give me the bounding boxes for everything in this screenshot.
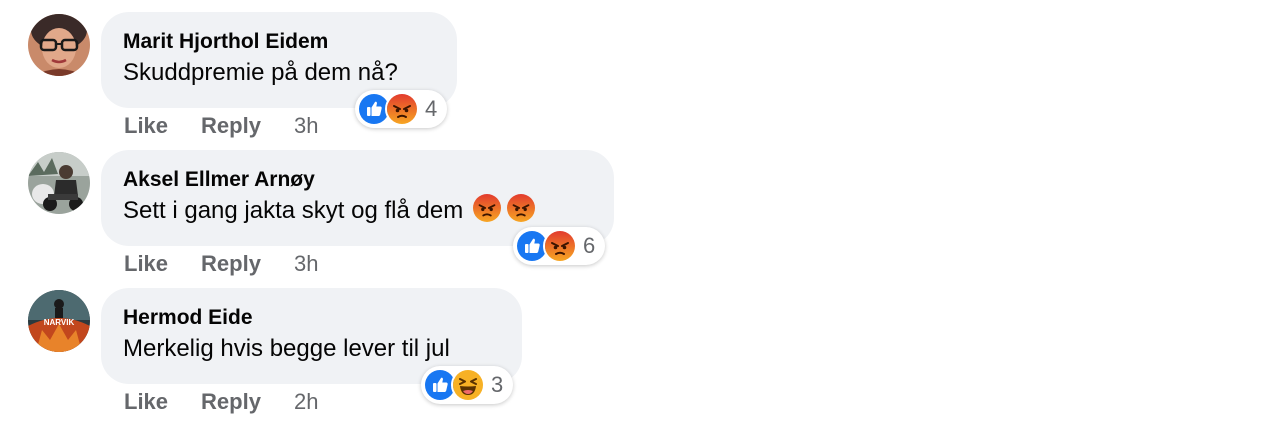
comment-author[interactable]: Aksel Ellmer Arnøy — [123, 166, 590, 194]
comment-timestamp[interactable]: 2h — [294, 389, 318, 415]
like-button[interactable]: Like — [124, 389, 168, 415]
avatar-poster-text: NARVIK — [44, 318, 75, 327]
reply-button[interactable]: Reply — [201, 389, 261, 415]
reply-button[interactable]: Reply — [201, 251, 261, 277]
angry-icon — [385, 92, 419, 126]
comment-actions: Like Reply 3h — [124, 113, 318, 139]
reply-button[interactable]: Reply — [201, 113, 261, 139]
comment-author[interactable]: Marit Hjorthol Eidem — [123, 28, 433, 56]
comment-author[interactable]: Hermod Eide — [123, 304, 498, 332]
haha-icon — [451, 368, 485, 402]
avatar[interactable] — [28, 14, 90, 76]
comment-text: Sett i gang jakta skyt og flå dem — [123, 194, 590, 228]
reaction-summary[interactable]: 6 — [513, 227, 606, 265]
avatar[interactable]: NARVIK — [28, 290, 90, 352]
angry-icon — [507, 194, 536, 222]
comment-timestamp[interactable]: 3h — [294, 113, 318, 139]
comment-timestamp[interactable]: 3h — [294, 251, 318, 277]
angry-icon — [473, 194, 502, 222]
comment-text-body: Sett i gang jakta skyt og flå dem — [123, 197, 464, 224]
reaction-summary[interactable]: 4 — [355, 90, 448, 128]
reaction-count: 4 — [425, 96, 438, 121]
comment-text: Merkelig hvis begge lever til jul — [123, 335, 450, 362]
reaction-summary[interactable]: 3 — [421, 366, 514, 404]
comment-actions: Like Reply 3h — [124, 251, 318, 277]
comment-text: Skuddpremie på dem nå? — [123, 59, 398, 86]
reaction-count: 6 — [583, 233, 596, 258]
angry-icon — [543, 229, 577, 263]
like-button[interactable]: Like — [124, 251, 168, 277]
comment-actions: Like Reply 2h — [124, 389, 318, 415]
reaction-count: 3 — [491, 372, 504, 397]
avatar[interactable] — [28, 152, 90, 214]
like-button[interactable]: Like — [124, 113, 168, 139]
